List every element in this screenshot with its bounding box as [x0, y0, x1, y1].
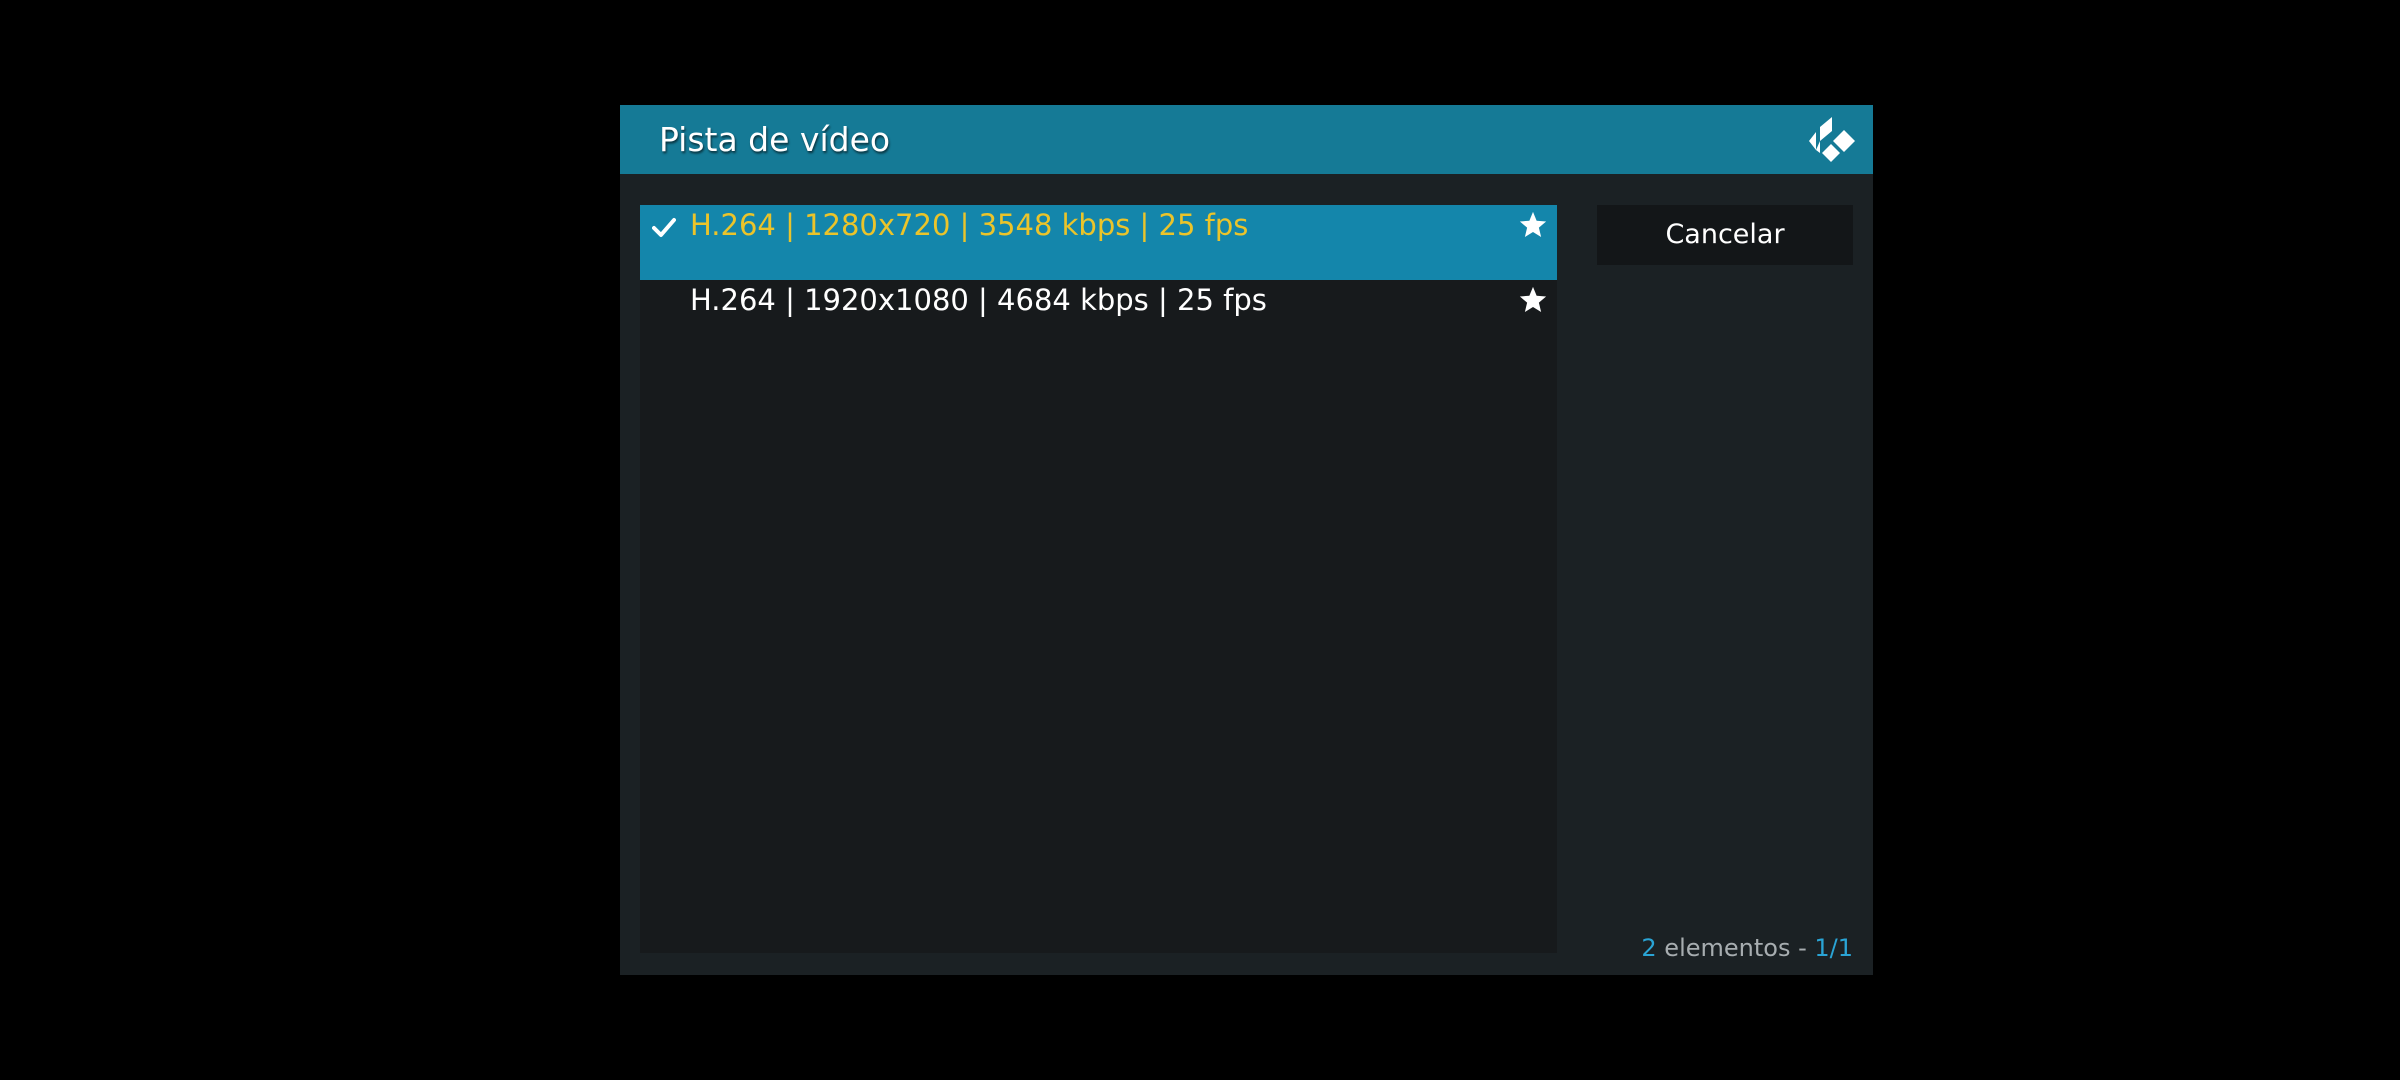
track-list: H.264 | 1280x720 | 3548 kbps | 25 fps H.… [640, 205, 1557, 953]
dialog-header: Pista de vídeo [620, 105, 1873, 174]
checkmark-icon [652, 218, 676, 237]
item-count: 2 elementos - 1/1 [1641, 930, 1853, 966]
dialog-title: Pista de vídeo [659, 120, 891, 159]
item-count-number: 2 [1641, 934, 1657, 962]
track-item-label: H.264 | 1280x720 | 3548 kbps | 25 fps [690, 208, 1249, 242]
kodi-logo-icon [1809, 117, 1855, 162]
star-icon [1519, 286, 1547, 312]
track-item-1[interactable]: H.264 | 1920x1080 | 4684 kbps | 25 fps [640, 280, 1557, 355]
track-item-label: H.264 | 1920x1080 | 4684 kbps | 25 fps [690, 283, 1267, 317]
page-indicator: 1/1 [1814, 934, 1853, 962]
item-count-text: elementos - [1656, 934, 1815, 962]
cancel-button[interactable]: Cancelar [1597, 205, 1853, 265]
video-track-dialog: Pista de vídeo H.264 | 1280x720 | 3548 k… [620, 105, 1873, 975]
star-icon [1519, 211, 1547, 237]
track-item-0[interactable]: H.264 | 1280x720 | 3548 kbps | 25 fps [640, 205, 1557, 280]
